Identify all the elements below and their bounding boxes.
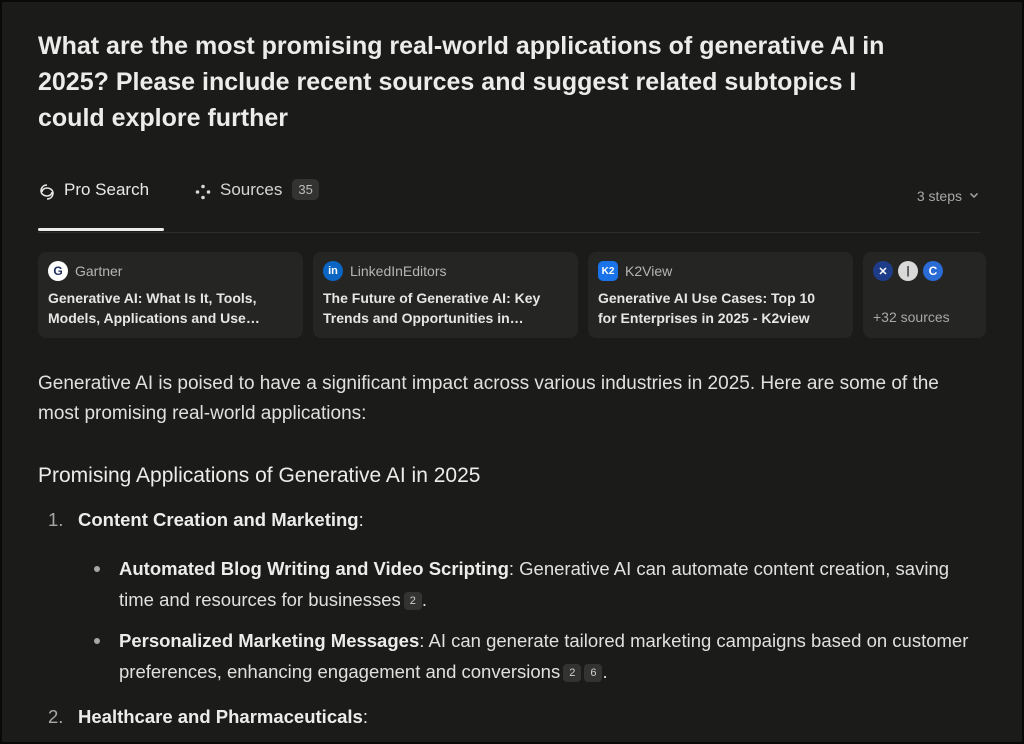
active-tab-underline [38,228,164,231]
list-number: 2. [48,706,64,727]
linkedin-icon: in [323,261,343,281]
more-sources-card[interactable]: ✕ | C +32 sources [863,252,986,338]
k2view-icon: K2 [598,261,618,281]
source-site-name: Gartner [75,263,123,279]
tab-pro-search[interactable]: Pro Search [38,180,164,231]
source-card-gartner[interactable]: G Gartner Generative AI: What Is It, Too… [38,252,303,338]
pro-search-icon [38,180,56,206]
app-frame: What are the most promising real-world a… [0,0,1024,744]
steps-toggle[interactable]: 3 steps [917,188,980,204]
source-title: Generative AI Use Cases: Top 10 for Ente… [598,290,816,326]
answer-intro: Generative AI is poised to have a signif… [38,373,939,424]
citation-badge[interactable]: 2 [563,664,582,683]
tab-sources-label: Sources [220,180,283,199]
source-site-name: LinkedInEditors [350,263,447,279]
source-card-linkedin[interactable]: in LinkedInEditors The Future of Generat… [313,252,578,338]
tab-pro-search-label: Pro Search [64,180,150,199]
source-favicon-icon: | [898,261,918,281]
list-number: 1. [48,509,64,530]
source-favicon-icon: ✕ [873,261,893,281]
citation-badge[interactable]: 2 [403,592,422,611]
sources-count-badge: 35 [292,179,319,200]
source-title: The Future of Generative AI: Key Trends … [323,290,541,326]
gartner-icon: G [48,261,68,281]
bullet-title: Automated Blog Writing and Video Scripti… [119,558,509,579]
list-item: 2. Healthcare and Pharmaceuticals: [48,706,368,727]
source-favicon-icon: C [923,261,943,281]
sources-icon [194,180,212,206]
chevron-down-icon [968,188,980,204]
source-site-name: K2View [625,263,673,279]
bullet-list: Automated Blog Writing and Video Scripti… [92,553,982,697]
bullet-item: Personalized Marketing Messages: AI can … [92,625,982,687]
answer-heading: Promising Applications of Generative AI … [38,464,481,487]
list-item: 1. Content Creation and Marketing: [48,509,364,530]
tab-sources[interactable]: Sources 35 [194,179,319,230]
source-cards: G Gartner Generative AI: What Is It, Too… [38,252,986,338]
bullet-item: Automated Blog Writing and Video Scripti… [92,553,982,615]
source-title: Generative AI: What Is It, Tools, Models… [48,290,260,326]
citation-badge[interactable]: 6 [584,664,603,683]
more-sources-label: +32 sources [873,309,950,325]
list-item-title: Healthcare and Pharmaceuticals [78,706,363,727]
source-card-k2view[interactable]: K2 K2View Generative AI Use Cases: Top 1… [588,252,853,338]
list-item-title: Content Creation and Marketing [78,509,359,530]
query-title: What are the most promising real-world a… [38,32,885,132]
answer-tabs: Pro Search Sources 35 3 steps [38,179,980,233]
steps-label: 3 steps [916,188,962,204]
bullet-title: Personalized Marketing Messages [119,630,420,651]
